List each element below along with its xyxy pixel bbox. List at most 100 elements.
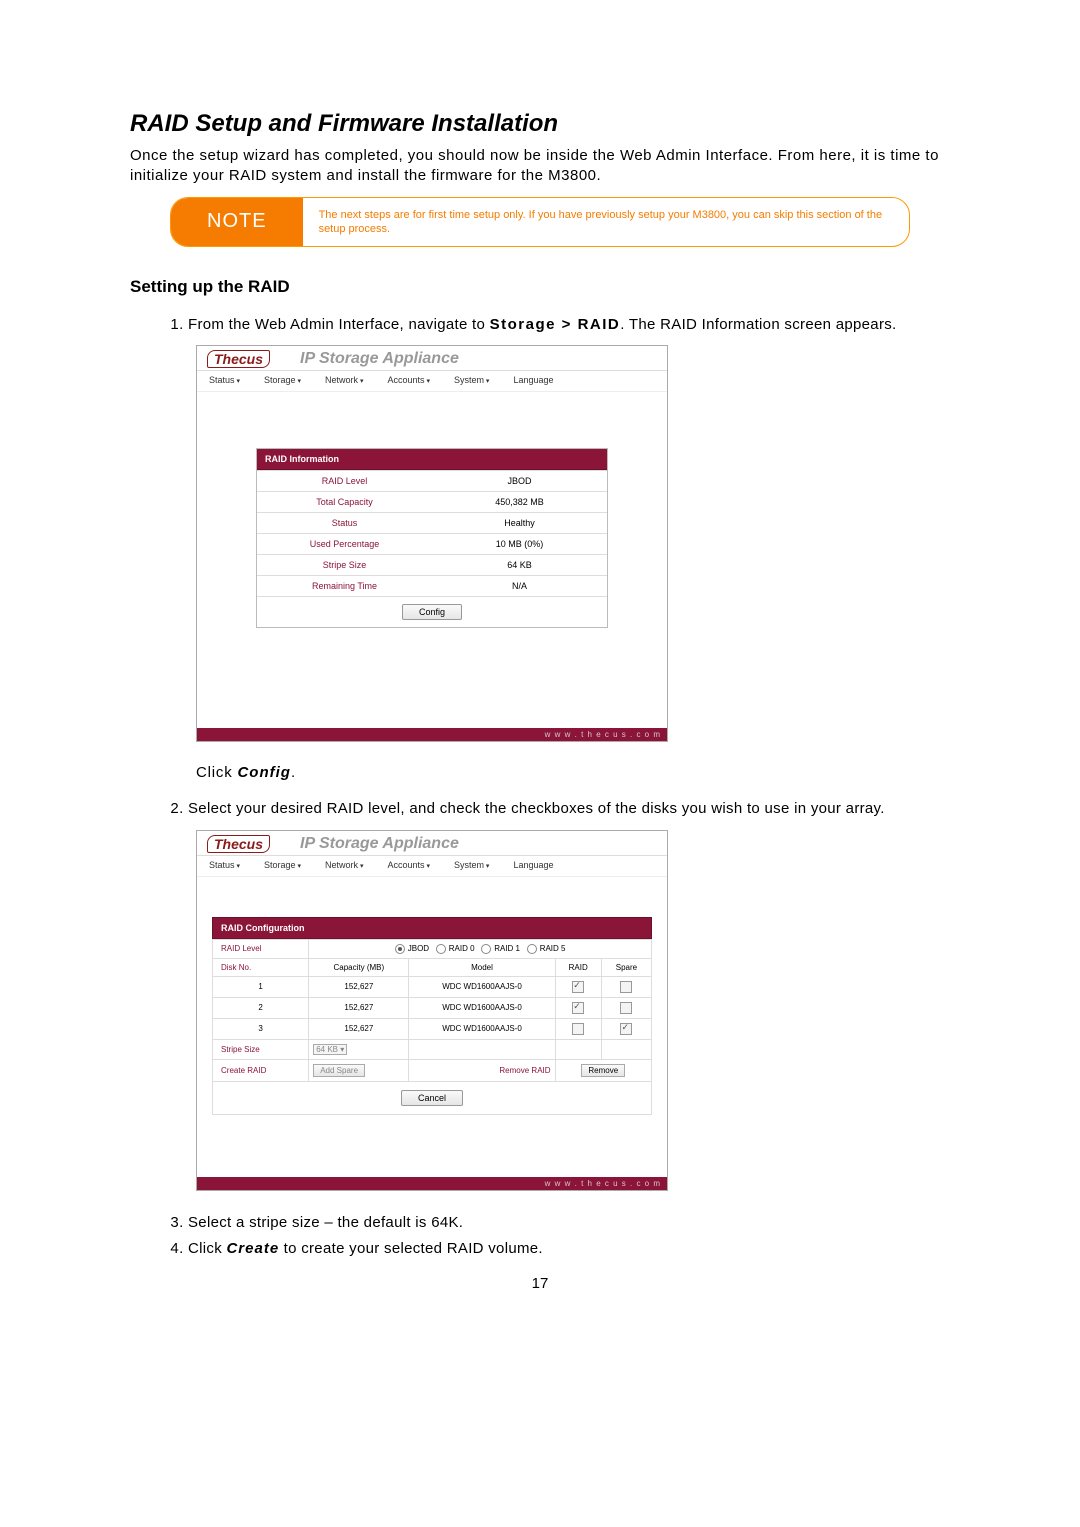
click-config-text: Click Config. xyxy=(196,764,950,781)
raid-config-header: RAID Configuration xyxy=(212,917,652,939)
raid-config-panel: RAID Configuration RAID Level JBOD RAID … xyxy=(212,917,652,1115)
disk3-model: WDC WD1600AAJS-0 xyxy=(409,1018,555,1039)
disk2-spare-checkbox[interactable] xyxy=(620,1002,632,1014)
raid-info-header: RAID Information xyxy=(257,449,607,470)
menu-status[interactable]: Status xyxy=(209,375,240,385)
stripe-size-select[interactable]: 64 KB ▾ xyxy=(313,1044,347,1055)
create-raid-label: Create RAID xyxy=(213,1059,309,1081)
step-2: Select your desired RAID level, and chec… xyxy=(188,799,950,819)
label-total-capacity: Total Capacity xyxy=(257,492,432,513)
menu-network[interactable]: Network xyxy=(325,375,363,385)
label-status: Status xyxy=(257,513,432,534)
step-4: Click Create to create your selected RAI… xyxy=(188,1239,950,1259)
screenshot-raid-config: Thecus IP Storage Appliance Status Stora… xyxy=(196,830,668,1191)
ss-header: Thecus IP Storage Appliance xyxy=(197,346,667,371)
value-remaining-time: N/A xyxy=(432,576,607,597)
label-stripe-size: Stripe Size xyxy=(257,555,432,576)
menu-accounts-2[interactable]: Accounts xyxy=(387,860,430,870)
disk1-cap: 152,627 xyxy=(309,976,409,997)
disk-row-1: 1 152,627 WDC WD1600AAJS-0 xyxy=(213,976,652,997)
ss-footer: w w w . t h e c u s . c o m xyxy=(197,728,667,741)
col-model: Model xyxy=(409,958,555,976)
menu-system[interactable]: System xyxy=(454,375,489,385)
click-config-word: Config xyxy=(237,764,290,781)
step-1-text-c: . The RAID Information screen appears. xyxy=(620,316,896,333)
menu-system-2[interactable]: System xyxy=(454,860,489,870)
disk2-cap: 152,627 xyxy=(309,997,409,1018)
logo-2: Thecus xyxy=(207,835,270,853)
app-title-2: IP Storage Appliance xyxy=(300,835,459,853)
col-capacity: Capacity (MB) xyxy=(309,958,409,976)
disk3-no: 3 xyxy=(213,1018,309,1039)
cancel-button[interactable]: Cancel xyxy=(401,1090,463,1106)
label-used-percentage: Used Percentage xyxy=(257,534,432,555)
value-total-capacity: 450,382 MB xyxy=(432,492,607,513)
label-remaining-time: Remaining Time xyxy=(257,576,432,597)
value-used-percentage: 10 MB (0%) xyxy=(432,534,607,555)
logo: Thecus xyxy=(207,350,270,368)
disk1-model: WDC WD1600AAJS-0 xyxy=(409,976,555,997)
col-spare: Spare xyxy=(601,958,651,976)
disk2-raid-checkbox[interactable] xyxy=(572,1002,584,1014)
label-raid-level: RAID Level xyxy=(257,471,432,492)
raid-info-panel: RAID Information RAID LevelJBOD Total Ca… xyxy=(256,448,608,628)
menu-accounts[interactable]: Accounts xyxy=(387,375,430,385)
config-button[interactable]: Config xyxy=(402,604,462,620)
steps-list: From the Web Admin Interface, navigate t… xyxy=(130,315,950,335)
steps-list-3: Select a stripe size – the default is 64… xyxy=(130,1213,950,1260)
stripe-size-label: Stripe Size xyxy=(213,1039,309,1059)
value-stripe-size: 64 KB xyxy=(432,555,607,576)
raid-config-table: RAID Level JBOD RAID 0 RAID 1 RAID 5 Dis… xyxy=(212,939,652,1082)
disk1-no: 1 xyxy=(213,976,309,997)
radio-raid1[interactable]: RAID 1 xyxy=(481,944,520,953)
col-disk-no: Disk No. xyxy=(213,958,309,976)
step-4-create: Create xyxy=(226,1240,279,1257)
click-text: Click xyxy=(196,764,237,781)
menu-language[interactable]: Language xyxy=(513,375,553,385)
main-title: RAID Setup and Firmware Installation xyxy=(130,110,950,138)
note-text: The next steps are for first time setup … xyxy=(303,198,909,247)
intro-paragraph: Once the setup wizard has completed, you… xyxy=(130,146,950,187)
menu-storage-2[interactable]: Storage xyxy=(264,860,301,870)
cfg-raid-level-options: JBOD RAID 0 RAID 1 RAID 5 xyxy=(309,939,652,958)
steps-list-2: Select your desired RAID level, and chec… xyxy=(130,799,950,819)
disk-row-2: 2 152,627 WDC WD1600AAJS-0 xyxy=(213,997,652,1018)
step-1-ui-path: Storage > RAID xyxy=(490,316,621,333)
step-1: From the Web Admin Interface, navigate t… xyxy=(188,315,950,335)
remove-raid-label: Remove RAID xyxy=(499,1066,550,1075)
disk3-cap: 152,627 xyxy=(309,1018,409,1039)
disk3-spare-checkbox[interactable] xyxy=(620,1023,632,1035)
click-dot: . xyxy=(291,764,296,781)
disk1-spare-checkbox[interactable] xyxy=(620,981,632,993)
note-label: NOTE xyxy=(171,198,303,247)
radio-raid0[interactable]: RAID 0 xyxy=(436,944,475,953)
add-spare-button[interactable]: Add Spare xyxy=(313,1064,365,1077)
ss-footer-2: w w w . t h e c u s . c o m xyxy=(197,1177,667,1190)
screenshot-raid-info: Thecus IP Storage Appliance Status Stora… xyxy=(196,345,668,742)
ss-header-2: Thecus IP Storage Appliance xyxy=(197,831,667,856)
ss-main-menu-2: Status Storage Network Accounts System L… xyxy=(197,856,667,877)
ss-main-menu: Status Storage Network Accounts System L… xyxy=(197,371,667,392)
step-3: Select a stripe size – the default is 64… xyxy=(188,1213,950,1233)
radio-raid5[interactable]: RAID 5 xyxy=(527,944,566,953)
step-4-a: Click xyxy=(188,1240,226,1257)
app-title: IP Storage Appliance xyxy=(300,350,459,368)
menu-language-2[interactable]: Language xyxy=(513,860,553,870)
step-1-text-a: From the Web Admin Interface, navigate t… xyxy=(188,316,490,333)
disk2-no: 2 xyxy=(213,997,309,1018)
value-raid-level: JBOD xyxy=(432,471,607,492)
remove-button[interactable]: Remove xyxy=(581,1064,625,1077)
menu-network-2[interactable]: Network xyxy=(325,860,363,870)
note-box: NOTE The next steps are for first time s… xyxy=(170,197,910,248)
disk-row-3: 3 152,627 WDC WD1600AAJS-0 xyxy=(213,1018,652,1039)
radio-jbod[interactable]: JBOD xyxy=(395,944,429,953)
disk2-model: WDC WD1600AAJS-0 xyxy=(409,997,555,1018)
menu-storage[interactable]: Storage xyxy=(264,375,301,385)
sub-title: Setting up the RAID xyxy=(130,277,950,297)
cfg-raid-level-label: RAID Level xyxy=(213,939,309,958)
menu-status-2[interactable]: Status xyxy=(209,860,240,870)
disk1-raid-checkbox[interactable] xyxy=(572,981,584,993)
raid-info-table: RAID LevelJBOD Total Capacity450,382 MB … xyxy=(257,470,607,596)
disk3-raid-checkbox[interactable] xyxy=(572,1023,584,1035)
col-raid: RAID xyxy=(555,958,601,976)
